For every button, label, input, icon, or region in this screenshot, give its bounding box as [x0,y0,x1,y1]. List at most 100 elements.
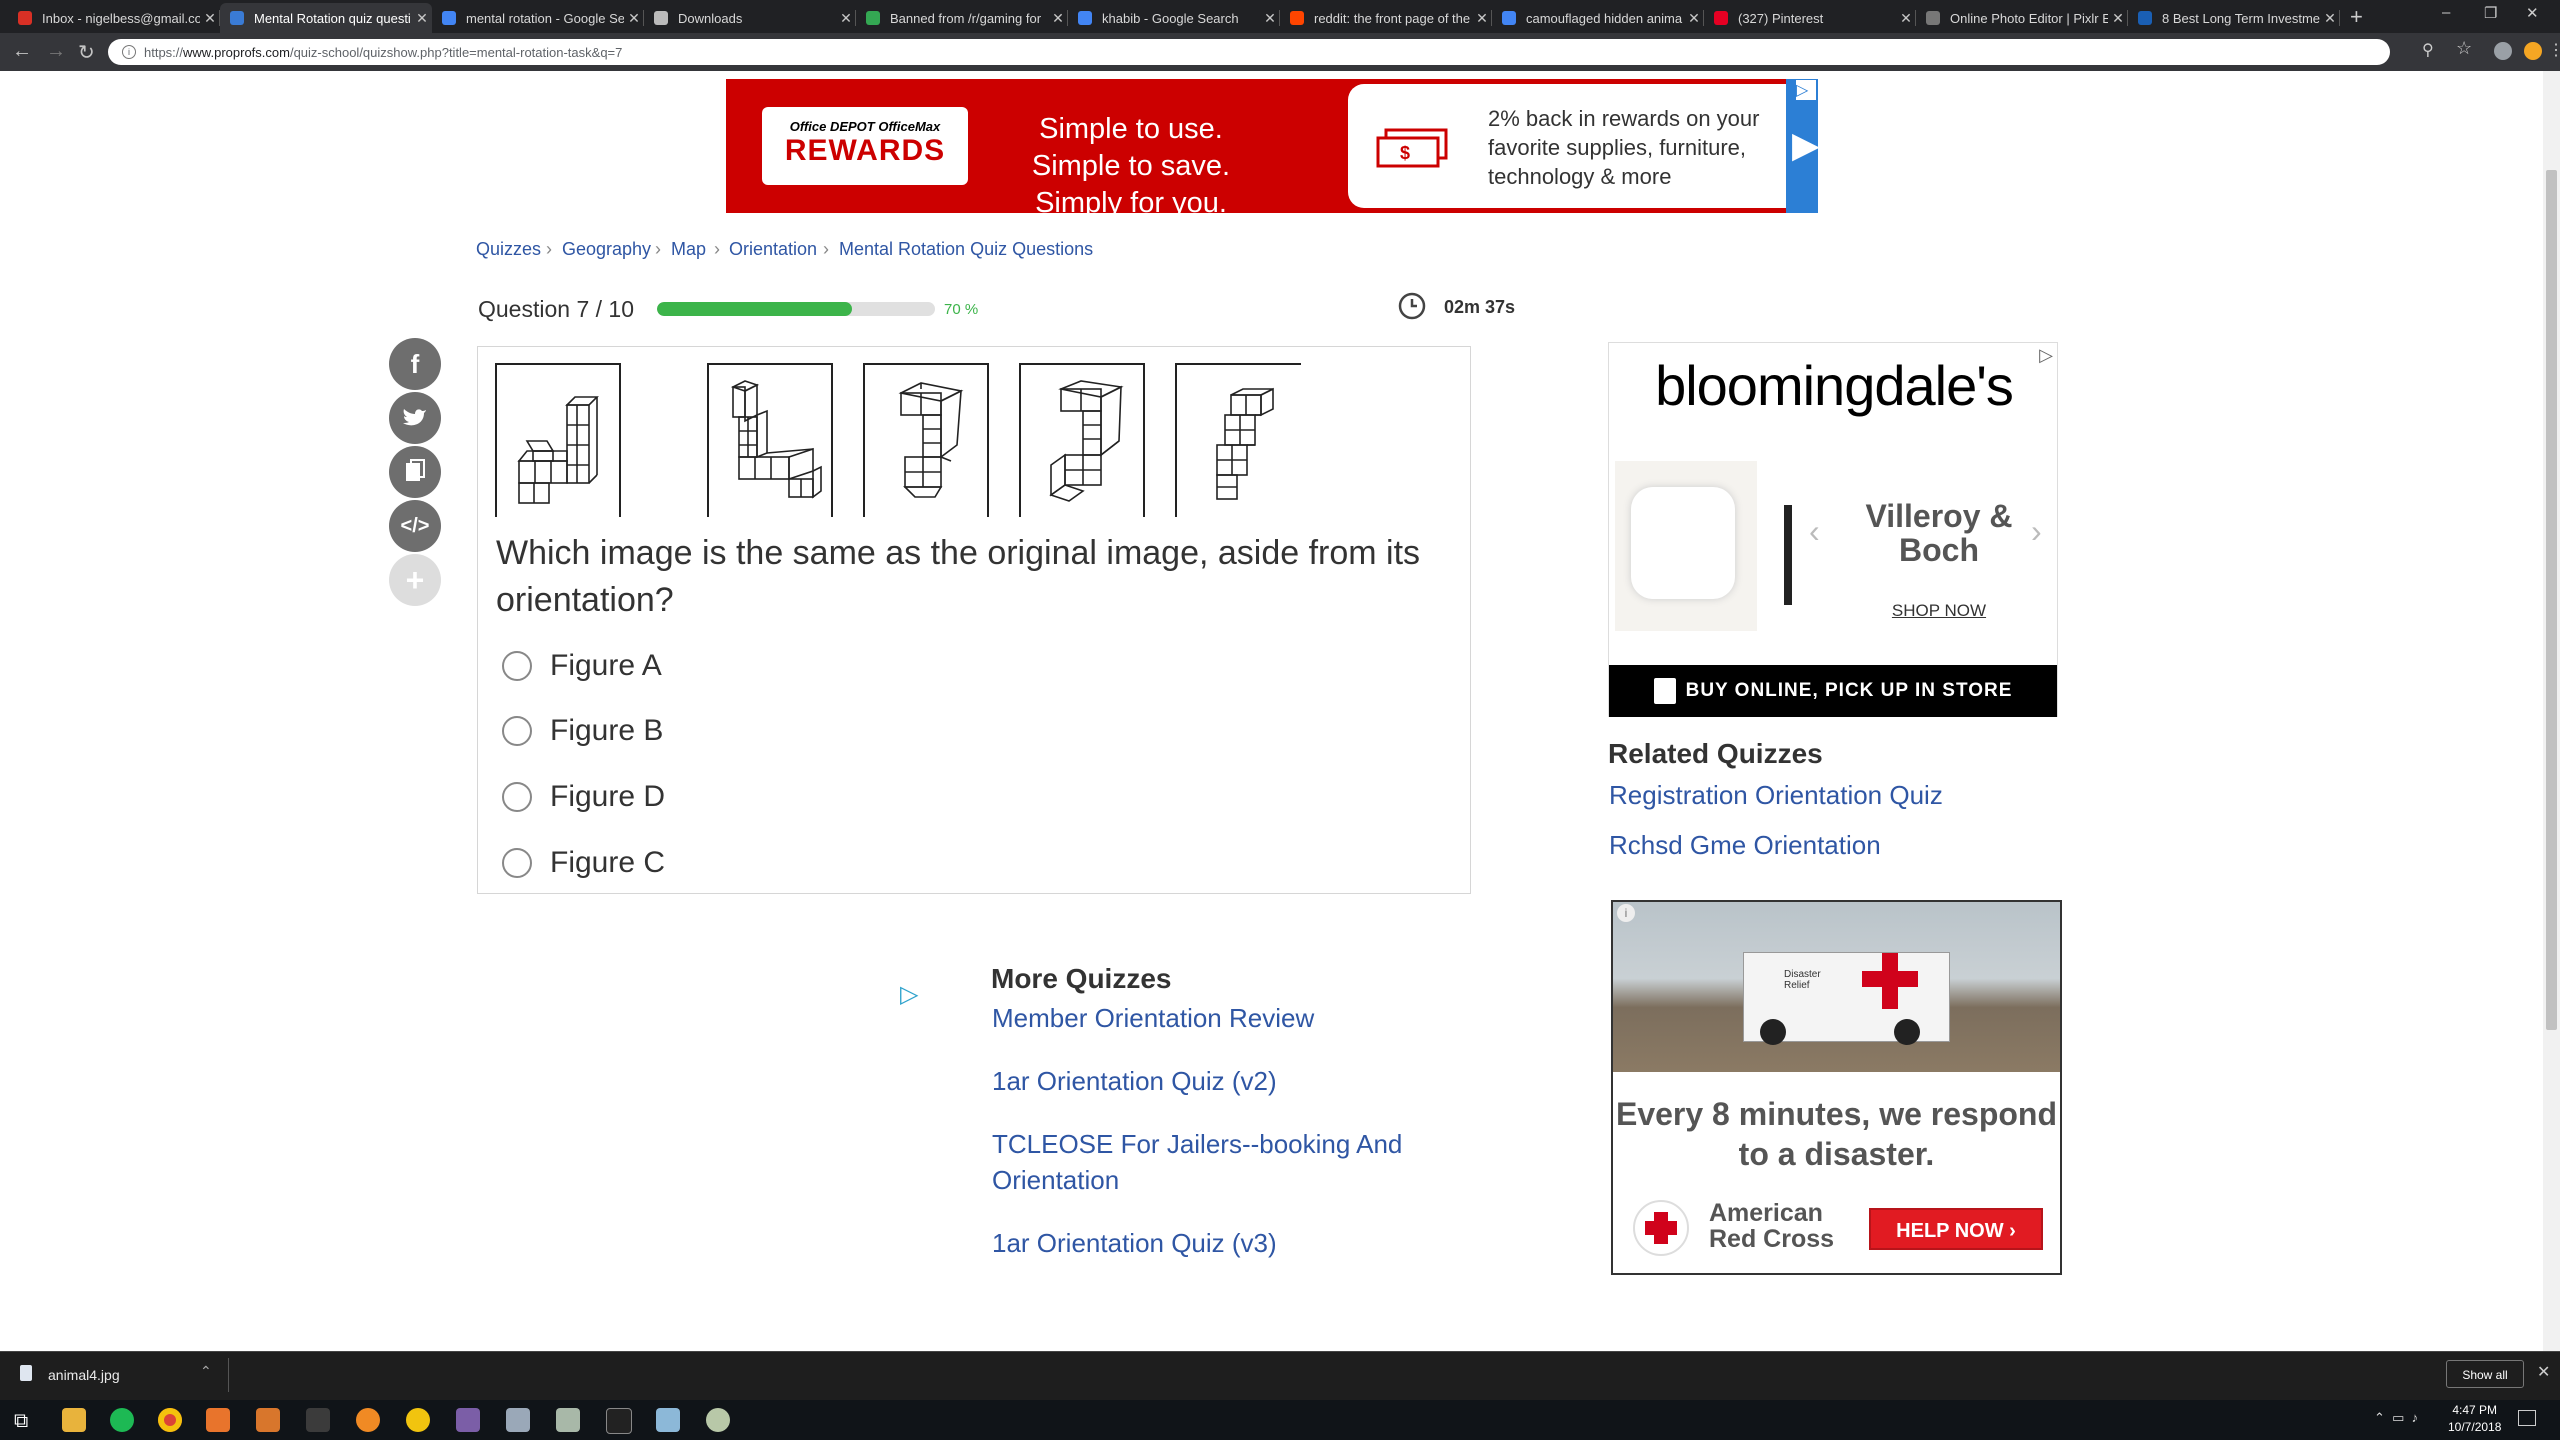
more-quiz-link[interactable]: TCLEOSE For Jailers--booking And Orienta… [992,1126,1492,1198]
new-tab-button[interactable]: + [2350,4,2363,30]
radio-button[interactable] [502,782,532,812]
breadcrumb-quizzes[interactable]: Quizzes [476,239,541,260]
scrollbar-thumb[interactable] [2546,170,2557,1030]
breadcrumb-orientation[interactable]: Orientation [729,239,817,260]
adchoices-icon[interactable]: ▷ [1796,80,1816,100]
reload-icon[interactable]: ↻ [78,40,95,65]
progress-fill [657,302,852,316]
answer-option-figure-d[interactable]: Figure D [502,779,665,815]
ad-offer-text: 2% back in rewards on your favorite supp… [1488,106,1760,189]
app-icon[interactable] [556,1408,580,1432]
browser-tab[interactable]: camouflaged hidden anima ✕ [1492,3,1704,33]
browser-tab[interactable]: Mental Rotation quiz questi ✕ [220,3,432,33]
twitter-share-button[interactable] [389,392,441,444]
carousel-prev-icon[interactable]: ‹ [1809,513,1820,550]
adchoices-icon[interactable]: i [1617,904,1635,922]
browser-tab[interactable]: reddit: the front page of the ✕ [1280,3,1492,33]
browser-tab[interactable]: 8 Best Long Term Investme ✕ [2128,3,2340,33]
matlab-icon[interactable] [206,1408,230,1432]
close-window-icon[interactable]: ✕ [2526,4,2539,22]
disaster-photo: Disaster Relief [1613,902,2060,1072]
app-icon[interactable] [406,1408,430,1432]
tab-close-icon[interactable]: ✕ [1260,10,1280,27]
copy-share-button[interactable] [389,446,441,498]
browser-tab[interactable]: Inbox - nigelbess@gmail.co ✕ [8,3,220,33]
tab-close-icon[interactable]: ✕ [412,10,432,27]
tab-close-icon[interactable]: ✕ [2108,10,2128,27]
related-quiz-link[interactable]: Registration Orientation Quiz [1609,780,1943,811]
menu-icon[interactable]: ⋮ [2548,40,2560,60]
chevron-up-icon[interactable]: ⌃ [200,1363,212,1380]
shop-now-link[interactable]: SHOP NOW [1857,601,2021,621]
tab-close-icon[interactable]: ✕ [624,10,644,27]
windows-start-icon[interactable]: ⧉ [14,1410,28,1433]
spotify-icon[interactable] [110,1408,134,1432]
browser-tab[interactable]: Online Photo Editor | Pixlr E ✕ [1916,3,2128,33]
sublime-icon[interactable] [256,1408,280,1432]
tab-title: mental rotation - Google Se [466,10,624,26]
unity-icon[interactable] [306,1408,330,1432]
more-quiz-link[interactable]: Member Orientation Review [992,1000,1492,1036]
address-bar[interactable]: i https://www.proprofs.com/quiz-school/q… [108,39,2390,65]
bloomingdales-ad[interactable]: ▷ bloomingdale's ‹ › Villeroy & Boch SHO… [1608,342,2058,717]
app-icon[interactable] [506,1408,530,1432]
browser-tab[interactable]: khabib - Google Search ✕ [1068,3,1280,33]
office-depot-ad[interactable]: Office DEPOT OfficeMax REWARDS Simple to… [726,79,1820,219]
answer-option-figure-c[interactable]: Figure C [502,845,665,881]
facebook-share-button[interactable]: f [389,338,441,390]
notification-icon[interactable] [2518,1410,2536,1426]
embed-share-button[interactable]: </> [389,500,441,552]
breadcrumb-geography[interactable]: Geography [562,239,651,260]
related-quiz-link[interactable]: Rchsd Gme Orientation [1609,830,1881,861]
tab-close-icon[interactable]: ✕ [1472,10,1492,27]
related-quizzes-title: Related Quizzes [1608,738,1823,769]
file-explorer-icon[interactable] [62,1408,86,1432]
more-quiz-link[interactable]: 1ar Orientation Quiz (v2) [992,1063,1492,1099]
breadcrumb-map[interactable]: Map [671,239,706,260]
chrome-icon[interactable] [158,1408,182,1432]
terminal-icon[interactable] [606,1408,632,1434]
breadcrumb-current[interactable]: Mental Rotation Quiz Questions [839,239,1093,260]
adchoices-icon[interactable]: ▷ [900,980,918,1009]
minimize-icon[interactable]: – [2442,4,2450,21]
radio-button[interactable] [502,716,532,746]
app-icon[interactable] [706,1408,730,1432]
tab-close-icon[interactable]: ✕ [200,10,220,27]
radio-button[interactable] [502,651,532,681]
radio-button[interactable] [502,848,532,878]
tab-close-icon[interactable]: ✕ [2320,10,2340,27]
browser-tab[interactable]: (327) Pinterest ✕ [1704,3,1916,33]
info-icon[interactable]: i [122,45,136,59]
close-icon[interactable]: ✕ [2537,1362,2550,1382]
taskbar-clock[interactable]: 4:47 PM 10/7/2018 [2448,1402,2501,1436]
tab-close-icon[interactable]: ✕ [1684,10,1704,27]
forward-icon[interactable]: → [46,40,66,63]
answer-option-figure-a[interactable]: Figure A [502,648,662,684]
tab-close-icon[interactable]: ✕ [1896,10,1916,27]
red-cross-ad[interactable]: Disaster Relief i Every 8 minutes, we re… [1611,900,2062,1275]
extension-icon[interactable] [2524,42,2542,60]
zoom-icon[interactable]: ⚲ [2422,40,2434,60]
more-share-button[interactable]: + [389,554,441,606]
tab-close-icon[interactable]: ✕ [1048,10,1068,27]
system-tray[interactable]: ⌃ ▭ ♪ [2374,1410,2418,1426]
browser-tab[interactable]: Downloads ✕ [644,3,856,33]
show-all-button[interactable]: Show all [2446,1360,2524,1388]
answer-option-figure-b[interactable]: Figure B [502,713,663,749]
restore-icon[interactable]: ❐ [2484,4,2497,22]
bookmark-star-icon[interactable]: ☆ [2456,38,2472,59]
download-filename[interactable]: animal4.jpg [48,1367,120,1383]
help-now-button[interactable]: HELP NOW › [1869,1208,2043,1250]
browser-tab[interactable]: Banned from /r/gaming for ✕ [856,3,1068,33]
app-icon[interactable] [656,1408,680,1432]
browser-tab[interactable]: mental rotation - Google Se ✕ [432,3,644,33]
blender-icon[interactable] [356,1408,380,1432]
pickup-banner[interactable]: BUY ONLINE, PICK UP IN STORE [1609,665,2057,717]
figure-d [1175,363,1301,517]
tab-close-icon[interactable]: ✕ [836,10,856,27]
money-icon: $ [1376,128,1448,168]
visual-studio-icon[interactable] [456,1408,480,1432]
back-icon[interactable]: ← [12,40,32,63]
more-quiz-link[interactable]: 1ar Orientation Quiz (v3) [992,1225,1492,1261]
profile-avatar[interactable] [2494,42,2512,60]
